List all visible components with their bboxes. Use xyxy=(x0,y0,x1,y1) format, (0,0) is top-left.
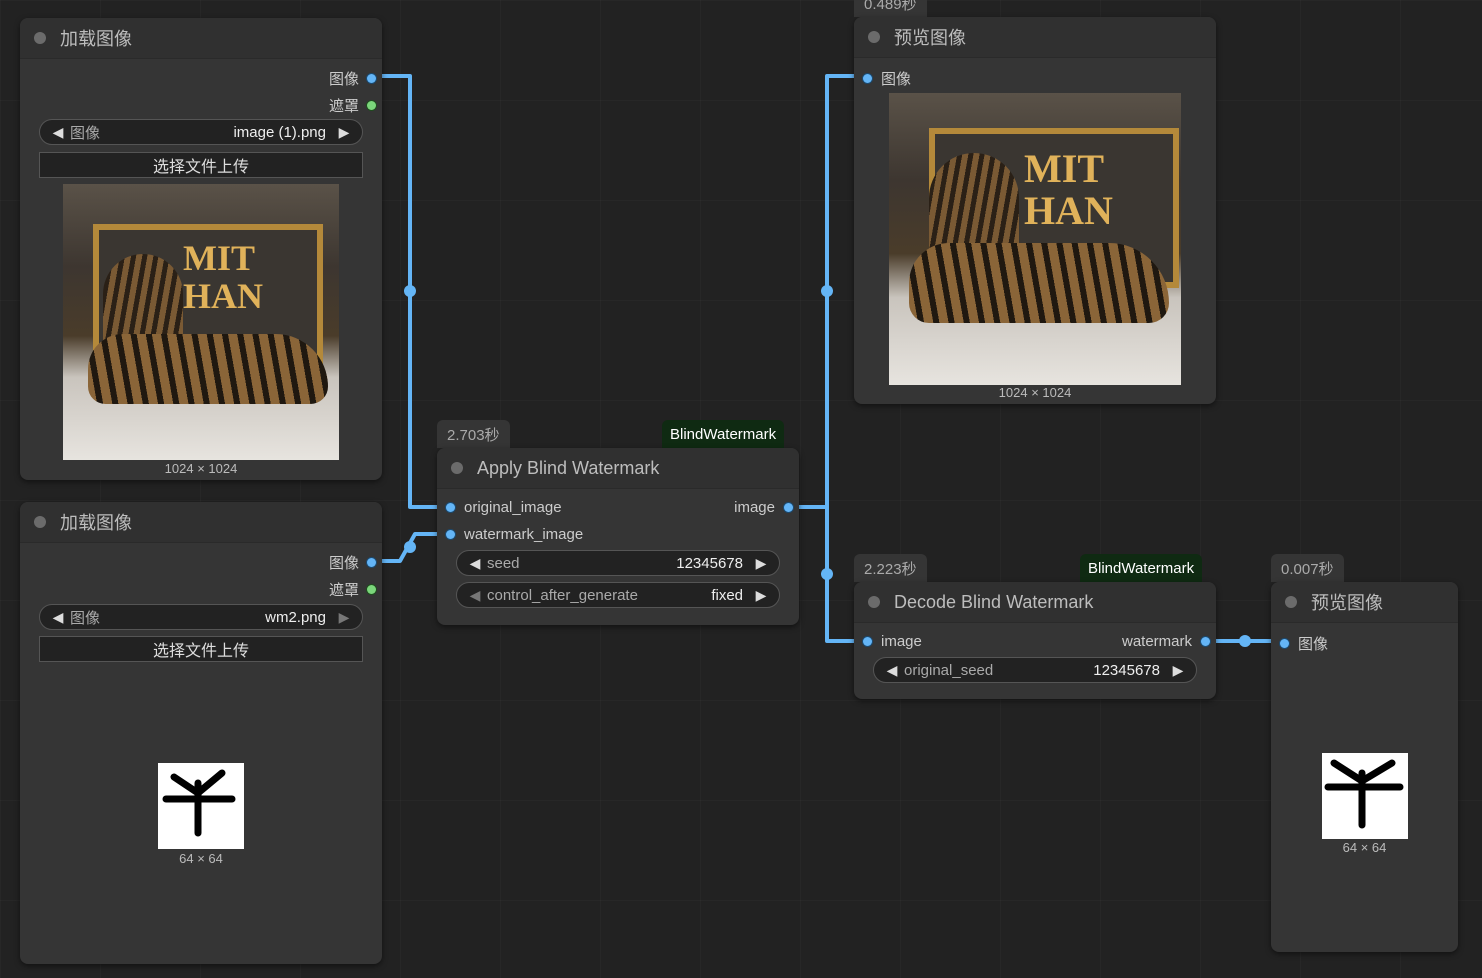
upload-button[interactable]: 选择文件上传 xyxy=(39,152,363,178)
collapse-dot[interactable] xyxy=(868,596,880,608)
arrow-left-icon[interactable]: ◀ xyxy=(50,124,66,141)
control-after-generate-combo[interactable]: ◀ control_after_generate fixed ▶ xyxy=(456,582,780,608)
collapse-dot[interactable] xyxy=(34,32,46,44)
execution-time-badge: 0.007秒 xyxy=(1271,554,1344,582)
output-image[interactable]: image xyxy=(734,499,793,516)
arrow-right-icon[interactable]: ▶ xyxy=(336,609,352,626)
sign-text: MIT HAN xyxy=(1024,146,1113,233)
preview-image-node-2[interactable]: 预览图像 图像 64 × 64 xyxy=(1271,582,1458,952)
arrow-right-icon[interactable]: ▶ xyxy=(753,587,769,604)
collapse-dot[interactable] xyxy=(1285,596,1297,608)
input-image[interactable]: 图像 xyxy=(863,68,911,89)
input-dot[interactable] xyxy=(863,637,872,646)
link-midpoint xyxy=(821,568,833,580)
load-image-node-2[interactable]: 加载图像 图像 遮罩 ◀ 图像 wm2.png ▶ 选择文件上传 64 × 64 xyxy=(20,502,382,964)
output-image[interactable]: 图像 xyxy=(329,68,376,89)
execution-time-badge: 2.223秒 xyxy=(854,554,927,582)
node-source-tag: BlindWatermark xyxy=(1080,554,1203,582)
input-original-image[interactable]: original_image xyxy=(446,499,562,516)
apply-blind-watermark-node[interactable]: Apply Blind Watermark original_image wat… xyxy=(437,448,799,625)
arrow-right-icon[interactable]: ▶ xyxy=(753,555,769,572)
node-title: Apply Blind Watermark xyxy=(477,457,660,478)
node-title: 加载图像 xyxy=(60,513,132,533)
input-watermark-image[interactable]: watermark_image xyxy=(446,526,583,543)
link-midpoint xyxy=(404,285,416,297)
node-source-tag: BlindWatermark xyxy=(662,420,785,448)
node-title-bar[interactable]: 预览图像 xyxy=(1271,582,1458,623)
output-mask[interactable]: 遮罩 xyxy=(329,579,376,600)
collapse-dot[interactable] xyxy=(868,31,880,43)
input-dot[interactable] xyxy=(863,74,872,83)
image-select-combo[interactable]: ◀ 图像 wm2.png ▶ xyxy=(39,604,363,630)
execution-time-badge: 0.489秒 xyxy=(854,0,927,17)
cat-image-thumbnail: MIT HAN xyxy=(63,184,339,460)
link-midpoint xyxy=(821,285,833,297)
sign-text: MIT HAN xyxy=(183,238,263,316)
node-title-bar[interactable]: 加载图像 xyxy=(20,502,382,543)
watermark-image-thumbnail xyxy=(158,763,244,849)
output-dot[interactable] xyxy=(367,585,376,594)
link-midpoint xyxy=(404,541,416,553)
link-midpoint xyxy=(1239,635,1251,647)
node-title: 加载图像 xyxy=(60,29,132,49)
collapse-dot[interactable] xyxy=(34,516,46,528)
output-dot[interactable] xyxy=(367,74,376,83)
node-title-bar[interactable]: 加载图像 xyxy=(20,18,382,59)
image-dimensions: 64 × 64 xyxy=(179,851,223,866)
node-title: 预览图像 xyxy=(894,28,966,48)
node-title-bar[interactable]: Apply Blind Watermark xyxy=(437,448,799,489)
output-image[interactable]: 图像 xyxy=(329,552,376,573)
input-dot[interactable] xyxy=(1280,639,1289,648)
upload-button[interactable]: 选择文件上传 xyxy=(39,636,363,662)
decode-blind-watermark-node[interactable]: Decode Blind Watermark image watermark ◀… xyxy=(854,582,1216,699)
arrow-right-icon[interactable]: ▶ xyxy=(1170,662,1186,679)
decoded-watermark-image xyxy=(1322,753,1408,839)
node-title-bar[interactable]: 预览图像 xyxy=(854,17,1216,58)
output-dot[interactable] xyxy=(784,503,793,512)
arrow-left-icon[interactable]: ◀ xyxy=(50,609,66,626)
node-title: 预览图像 xyxy=(1311,593,1383,613)
output-dot[interactable] xyxy=(367,558,376,567)
arrow-left-icon[interactable]: ◀ xyxy=(884,662,900,679)
output-dot[interactable] xyxy=(367,101,376,110)
preview-image-node-1[interactable]: 预览图像 图像 MIT HAN 1024 × 1024 xyxy=(854,17,1216,404)
arrow-left-icon[interactable]: ◀ xyxy=(467,555,483,572)
image-dimensions: 1024 × 1024 xyxy=(998,385,1072,400)
original-seed-number-widget[interactable]: ◀ original_seed 12345678 ▶ xyxy=(873,657,1197,683)
output-watermark[interactable]: watermark xyxy=(1122,633,1210,650)
output-dot[interactable] xyxy=(1201,637,1210,646)
output-mask[interactable]: 遮罩 xyxy=(329,95,376,116)
node-title: Decode Blind Watermark xyxy=(894,591,1094,612)
arrow-right-icon[interactable]: ▶ xyxy=(336,124,352,141)
seed-number-widget[interactable]: ◀ seed 12345678 ▶ xyxy=(456,550,780,576)
input-image[interactable]: 图像 xyxy=(1280,633,1328,654)
input-dot[interactable] xyxy=(446,503,455,512)
input-dot[interactable] xyxy=(446,530,455,539)
node-title-bar[interactable]: Decode Blind Watermark xyxy=(854,582,1216,623)
arrow-left-icon[interactable]: ◀ xyxy=(467,587,483,604)
preview-cat-image: MIT HAN xyxy=(889,93,1181,385)
load-image-node-1[interactable]: 加载图像 图像 遮罩 ◀ 图像 image (1).png ▶ 选择文件上传 M… xyxy=(20,18,382,480)
image-select-combo[interactable]: ◀ 图像 image (1).png ▶ xyxy=(39,119,363,145)
execution-time-badge: 2.703秒 xyxy=(437,420,510,448)
image-dimensions: 64 × 64 xyxy=(1342,840,1387,855)
image-dimensions: 1024 × 1024 xyxy=(164,461,238,476)
input-image[interactable]: image xyxy=(863,633,922,650)
collapse-dot[interactable] xyxy=(451,462,463,474)
